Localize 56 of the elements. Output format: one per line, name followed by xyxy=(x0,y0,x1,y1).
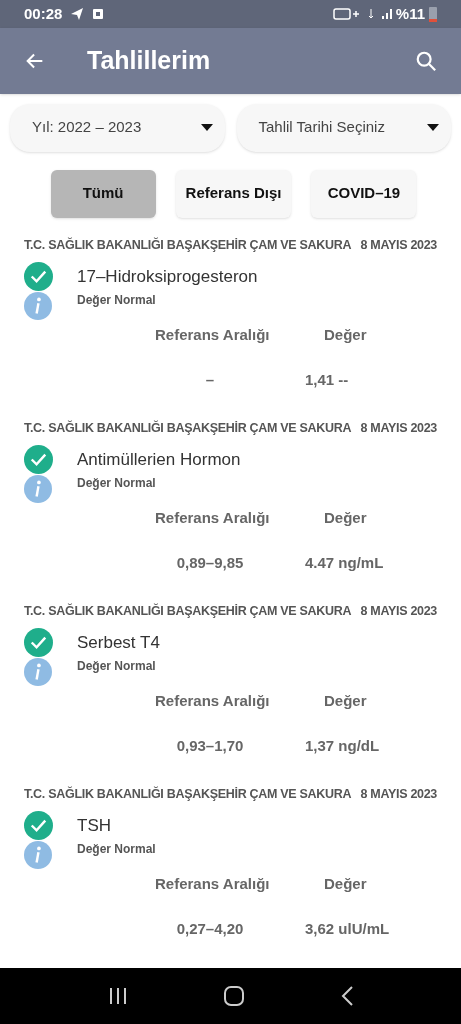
filter-dropdown[interactable]: Yıl: 2022 – 2023 xyxy=(10,103,225,152)
battery-icon xyxy=(429,6,437,23)
check-icon xyxy=(24,628,53,658)
result-date: 8 MAYIS 2023 xyxy=(360,236,437,254)
test-name: Serbest T4 xyxy=(77,632,160,654)
result-date: 8 MAYIS 2023 xyxy=(360,602,437,620)
hospital-name: T.C. SAĞLIK BAKANLIĞI BAŞAKŞEHİR ÇAM VE SAKURA xyxy=(24,602,352,620)
result-date: 8 MAYIS 2023 xyxy=(360,419,437,437)
status-text: Değer Normal xyxy=(77,841,156,859)
filter-tab[interactable]: COVID–19 xyxy=(311,169,417,218)
hospital-name: T.C. SAĞLIK BAKANLIĞI BAŞAKŞEHİR ÇAM VE SAKURA xyxy=(24,419,352,437)
column-header: Referans Aralığı xyxy=(155,874,271,895)
recent-apps-icon[interactable] xyxy=(107,986,128,1005)
battery-percent: %11 xyxy=(395,3,425,24)
home-icon[interactable] xyxy=(222,984,245,1007)
send-icon xyxy=(70,7,85,22)
result-value: 3,62 ulU/mL xyxy=(305,918,390,939)
back-nav-icon[interactable] xyxy=(339,985,354,1006)
hospital-name: T.C. SAĞLIK BAKANLIĞI BAŞAKŞEHİR ÇAM VE SAKURA xyxy=(24,236,352,254)
column-header: Değer xyxy=(324,874,367,895)
column-header: Referans Aralığı xyxy=(155,691,271,712)
status-text: Değer Normal xyxy=(77,475,156,493)
reference-range: – xyxy=(204,369,216,390)
filter-tab[interactable]: Tümü xyxy=(50,169,156,218)
reference-range: 0,93–1,70 xyxy=(175,735,245,756)
page-title: Tahlillerim xyxy=(87,45,211,77)
check-icon xyxy=(24,262,53,292)
column-header: Değer xyxy=(324,691,367,712)
hd-voice-icon xyxy=(332,8,360,21)
result-value: 1,41 -- xyxy=(305,369,349,390)
test-name: 17–Hidroksiprogesteron xyxy=(77,266,258,288)
reference-range: 0,27–4,20 xyxy=(175,918,245,939)
hospital-name: T.C. SAĞLIK BAKANLIĞI BAŞAKŞEHİR ÇAM VE SAKURA xyxy=(24,785,352,803)
dropdown-caret-icon xyxy=(200,124,213,131)
result-value: 1,37 ng/dL xyxy=(305,735,380,756)
column-header: Değer xyxy=(324,325,367,346)
status-text: Değer Normal xyxy=(77,292,156,310)
result-date: 8 MAYIS 2023 xyxy=(360,785,437,803)
test-name: TSH xyxy=(77,815,111,837)
check-icon xyxy=(24,445,53,475)
check-icon xyxy=(24,811,53,841)
result-value: 4.47 ng/mL xyxy=(305,552,384,573)
status-time: 00:28 xyxy=(24,3,63,24)
filter-tab[interactable]: Referans Dışı xyxy=(175,169,292,218)
dropdown-caret-icon xyxy=(427,124,439,131)
column-header: Değer xyxy=(324,508,367,529)
column-header: Referans Aralığı xyxy=(155,325,271,346)
status-text: Değer Normal xyxy=(77,658,156,676)
column-header: Referans Aralığı xyxy=(155,508,271,529)
search-icon[interactable] xyxy=(415,49,437,72)
test-name: Antimüllerien Hormon xyxy=(77,449,241,471)
reference-range: 0,89–9,85 xyxy=(175,552,245,573)
data-transfer-icon xyxy=(367,9,374,20)
notification-icon xyxy=(92,8,105,21)
signal-icon xyxy=(381,9,392,20)
filter-dropdown[interactable]: Tahlil Tarihi Seçiniz xyxy=(236,103,451,152)
